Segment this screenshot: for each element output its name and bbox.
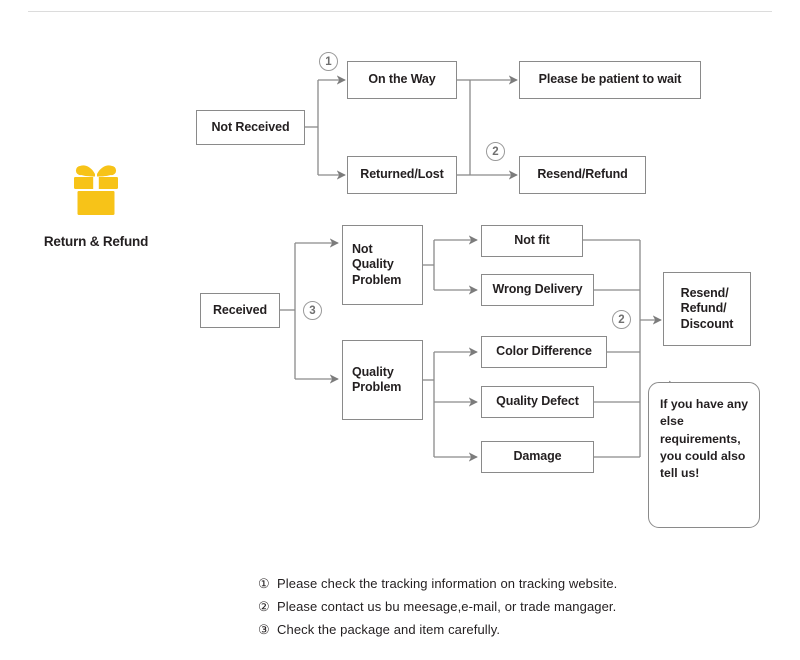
box-returned-lost[interactable]: Returned/Lost: [347, 156, 457, 194]
box-quality-problem[interactable]: Quality Problem: [342, 340, 423, 420]
box-on-the-way[interactable]: On the Way: [347, 61, 457, 99]
box-please-be-patient[interactable]: Please be patient to wait: [519, 61, 701, 99]
box-resend-refund-discount-label: Resend/ Refund/ Discount: [680, 286, 734, 331]
diagram-canvas: Return & Refund Not Received On the Way …: [0, 0, 800, 660]
step-marker-3: 3: [303, 301, 322, 320]
box-resend-refund[interactable]: Resend/Refund: [519, 156, 646, 194]
box-resend-refund-discount[interactable]: Resend/ Refund/ Discount: [663, 272, 751, 346]
box-not-fit[interactable]: Not fit: [481, 225, 583, 257]
speech-bubble: If you have any else requirements, you c…: [648, 382, 760, 528]
box-not-quality-problem[interactable]: Not Quality Problem: [342, 225, 423, 305]
step-marker-2-top: 2: [486, 142, 505, 161]
box-not-quality-problem-label: Not Quality Problem: [352, 242, 402, 287]
speech-bubble-text: If you have any else requirements, you c…: [660, 397, 749, 481]
box-quality-defect[interactable]: Quality Defect: [481, 386, 594, 418]
step-marker-2-bottom: 2: [612, 310, 631, 329]
box-color-difference[interactable]: Color Difference: [481, 336, 607, 368]
box-not-received[interactable]: Not Received: [196, 110, 305, 145]
box-quality-problem-label: Quality Problem: [352, 364, 402, 394]
box-damage[interactable]: Damage: [481, 441, 594, 473]
box-received[interactable]: Received: [200, 293, 280, 328]
step-marker-1: 1: [319, 52, 338, 71]
box-wrong-delivery[interactable]: Wrong Delivery: [481, 274, 594, 306]
